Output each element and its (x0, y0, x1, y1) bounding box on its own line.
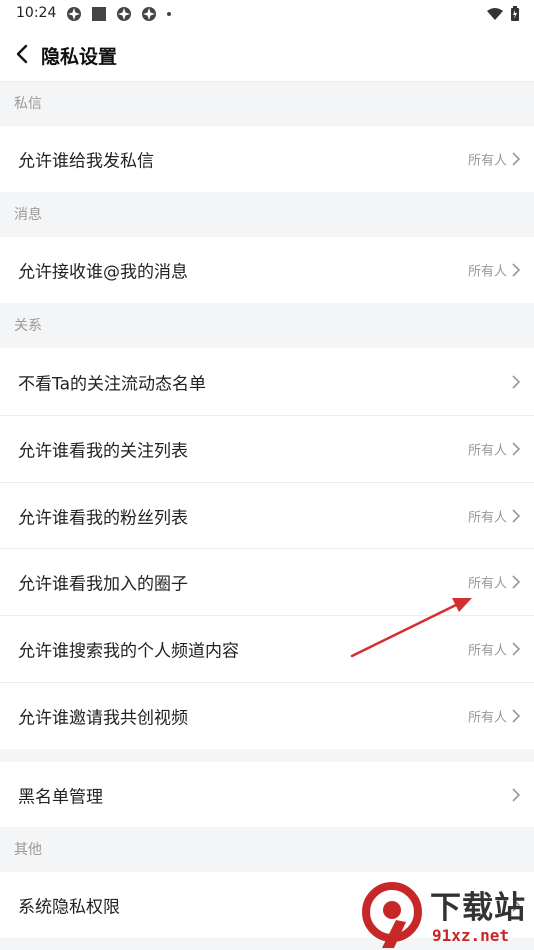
setting-label: 允许谁看我的粉丝列表 (18, 508, 188, 528)
setting-value: 所有人 (467, 643, 507, 659)
battery-icon (511, 6, 519, 21)
setting-row-allow-private-message[interactable]: 允许谁给我发私信 所有人 (0, 126, 534, 192)
chevron-right-icon (512, 642, 521, 656)
setting-value: 所有人 (467, 443, 507, 459)
section-title-other: 其他 (14, 842, 42, 858)
watermark-text: 下载站 (430, 890, 526, 926)
setting-value: 所有人 (467, 710, 507, 726)
setting-label: 允许接收谁@我的消息 (18, 262, 188, 283)
setting-row-fans-list[interactable]: 允许谁看我的粉丝列表 所有人 (0, 483, 534, 548)
setting-label: 不看Ta的关注流动态名单 (18, 374, 206, 394)
setting-label: 允许谁邀请我共创视频 (18, 708, 188, 729)
back-arrow-icon[interactable] (10, 41, 36, 67)
watermark-url: 91xz.net (432, 926, 510, 945)
chevron-right-icon (512, 575, 521, 589)
setting-value: 所有人 (467, 576, 507, 592)
dot-icon (167, 12, 171, 16)
setting-value: 所有人 (467, 153, 507, 169)
setting-label: 黑名单管理 (18, 787, 103, 807)
section-title-messages: 消息 (14, 207, 42, 223)
pinwheel-icon (117, 7, 131, 21)
setting-row-allow-mention[interactable]: 允许接收谁@我的消息 所有人 (0, 237, 534, 303)
setting-label: 系统隐私权限 (18, 897, 120, 918)
pinwheel-icon (142, 7, 156, 21)
status-bar: 10:24 (0, 0, 534, 30)
wifi-icon (487, 8, 503, 20)
site-watermark: 下载站 91xz.net (362, 882, 534, 950)
app-square-icon (92, 7, 106, 21)
setting-label: 允许谁看我加入的圈子 (18, 574, 188, 595)
setting-label: 允许谁看我的关注列表 (18, 441, 188, 462)
setting-row-channel-search[interactable]: 允许谁搜索我的个人频道内容 所有人 (0, 616, 534, 682)
setting-label: 允许谁给我发私信 (18, 151, 154, 172)
setting-value: 所有人 (467, 510, 507, 525)
section-title-relations: 关系 (14, 318, 42, 334)
chevron-right-icon (512, 442, 521, 456)
notification-icons (66, 6, 172, 22)
setting-row-blacklist[interactable]: 黑名单管理 (0, 762, 534, 827)
setting-row-co-create-invite[interactable]: 允许谁邀请我共创视频 所有人 (0, 683, 534, 749)
setting-row-hidden-feed-list[interactable]: 不看Ta的关注流动态名单 (0, 348, 534, 415)
page-title: 隐私设置 (41, 46, 118, 68)
status-time: 10:24 (16, 5, 57, 21)
chevron-right-icon (512, 152, 521, 166)
chevron-right-icon (512, 709, 521, 723)
section-title-private-message: 私信 (14, 96, 42, 112)
setting-value: 所有人 (467, 264, 507, 280)
watermark-logo-icon (362, 882, 422, 948)
chevron-right-icon (512, 374, 521, 389)
chevron-right-icon (512, 787, 521, 802)
pinwheel-icon (67, 7, 81, 21)
system-icons (486, 6, 520, 22)
setting-row-following-list[interactable]: 允许谁看我的关注列表 所有人 (0, 416, 534, 482)
chevron-right-icon (512, 263, 521, 277)
setting-label: 允许谁搜索我的个人频道内容 (18, 641, 239, 662)
setting-row-joined-circles[interactable]: 允许谁看我加入的圈子 所有人 (0, 549, 534, 615)
top-app-bar: 隐私设置 (0, 30, 534, 82)
chevron-right-icon (512, 508, 521, 523)
